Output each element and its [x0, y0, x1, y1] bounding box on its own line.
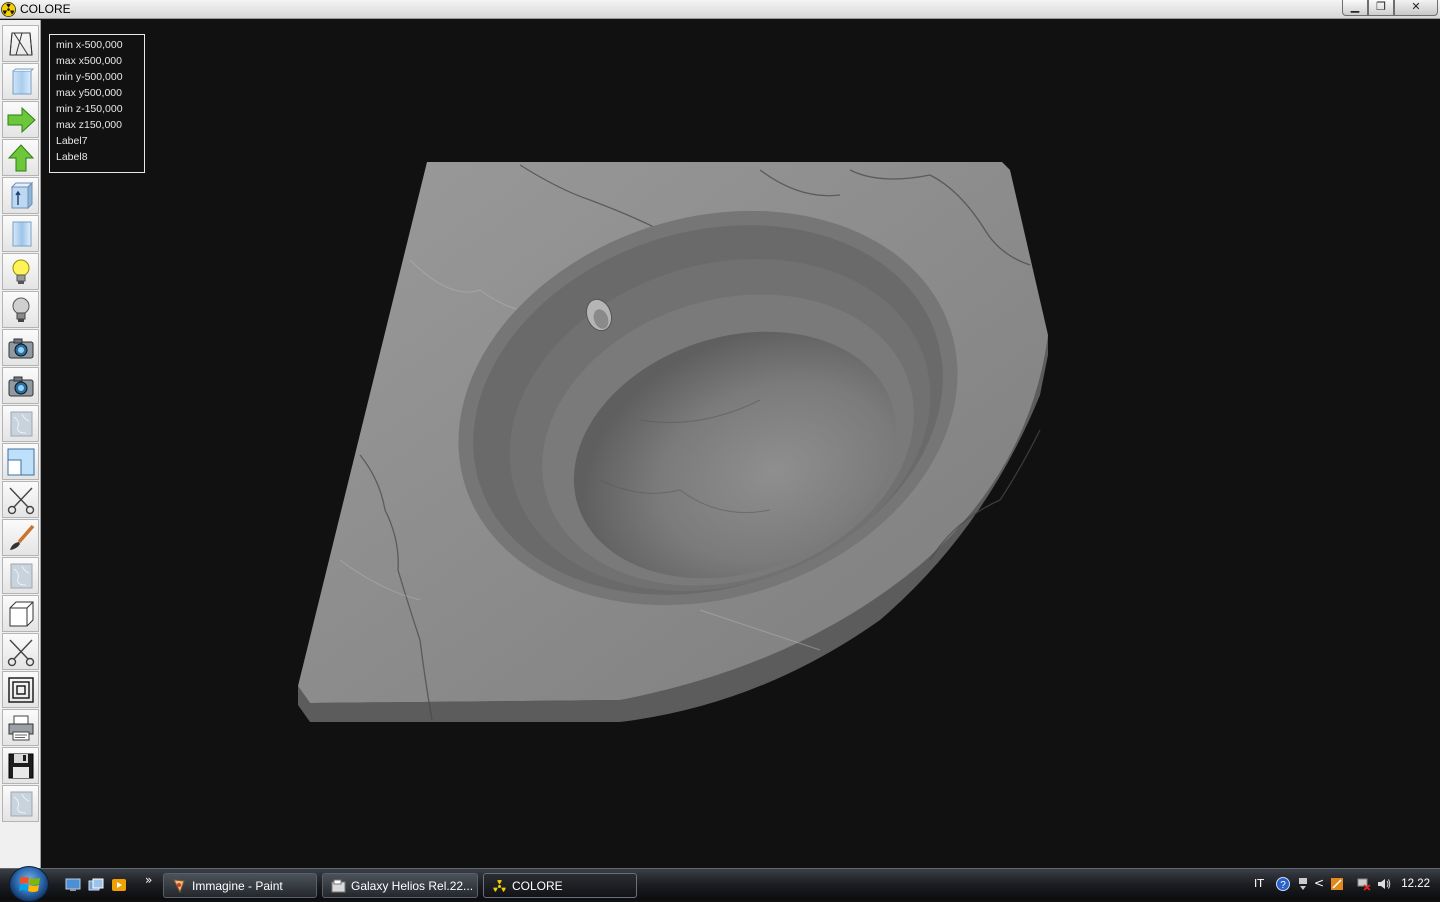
camera-alt-icon: [8, 376, 34, 397]
texture-marble-third-icon: [10, 791, 33, 817]
extrude-block-icon: [10, 181, 34, 210]
floppy-save-icon: [8, 753, 34, 779]
label8: Label8: [56, 151, 88, 163]
extrude-block-tool[interactable]: [2, 177, 39, 214]
window-controls: ▁ ❐ ✕: [1342, 0, 1438, 17]
bounds-info-panel: min x-500,000 max x500,000 min y-500,000…: [49, 34, 145, 173]
concentric-squares-tool[interactable]: [2, 671, 39, 708]
paint-brush-tool[interactable]: [2, 519, 39, 556]
marble-corner-bath-model[interactable]: [42, 20, 1440, 868]
radiation-icon: [1, 2, 16, 17]
min-y-label: min y-500,000: [56, 71, 123, 83]
max-z-label: max z150,000: [56, 119, 122, 131]
start-button[interactable]: [9, 866, 49, 902]
arrow-up-tool[interactable]: [2, 139, 39, 176]
network-disconnected-icon[interactable]: [1357, 877, 1371, 891]
task-paint[interactable]: Immagine - Paint: [163, 873, 317, 898]
volume-icon[interactable]: [1377, 877, 1391, 891]
scissors-alt-icon: [7, 639, 35, 667]
min-z-label: min z-150,000: [56, 103, 123, 115]
language-indicator[interactable]: IT: [1254, 877, 1264, 890]
printer-icon: [8, 715, 34, 741]
camera-tool[interactable]: [2, 329, 39, 366]
paint-app-icon: [173, 879, 185, 894]
solid-block-tool[interactable]: [2, 63, 39, 100]
light-on-icon: [12, 259, 30, 284]
cube-icon: [9, 601, 34, 627]
scissors-tool[interactable]: [2, 481, 39, 518]
arrow-up-icon: [7, 144, 35, 172]
texture-marble-alt-tool[interactable]: [2, 557, 39, 594]
system-tray: IT ? < 12.22: [1240, 869, 1440, 901]
cube-tool[interactable]: [2, 595, 39, 632]
svg-text:?: ?: [1280, 880, 1286, 891]
solid-block-icon: [12, 68, 35, 95]
task-galaxy-helios[interactable]: Galaxy Helios Rel.22...: [322, 873, 478, 898]
light-off-icon: [12, 297, 30, 322]
tool-palette: [0, 20, 41, 868]
scissors-icon: [7, 487, 35, 515]
update-icon[interactable]: [1330, 877, 1344, 891]
safely-remove-icon[interactable]: [1296, 877, 1310, 891]
concentric-squares-icon: [8, 677, 34, 703]
close-button[interactable]: ✕: [1394, 0, 1438, 16]
task-label: Galaxy Helios Rel.22...: [351, 879, 474, 893]
max-x-label: max x500,000: [56, 55, 122, 67]
arrow-right-tool[interactable]: [2, 101, 39, 138]
cylinder-block-icon: [12, 221, 32, 247]
radiation-app-icon: [493, 879, 506, 892]
window-title: COLORE: [20, 2, 71, 16]
clock[interactable]: 12.22: [1401, 878, 1430, 890]
light-on-tool[interactable]: [2, 253, 39, 290]
task-label: COLORE: [512, 879, 563, 893]
view-frame-icon: [7, 448, 35, 476]
arrow-right-icon: [7, 106, 36, 134]
task-label: Immagine - Paint: [192, 879, 283, 893]
camera-icon: [8, 338, 34, 359]
switch-windows-icon[interactable]: [88, 878, 104, 892]
texture-marble-third-tool[interactable]: [2, 785, 39, 822]
max-y-label: max y500,000: [56, 87, 122, 99]
3d-viewport[interactable]: min x-500,000 max x500,000 min y-500,000…: [42, 20, 1440, 868]
quicklaunch-overflow[interactable]: »: [145, 873, 152, 887]
printer-tool[interactable]: [2, 709, 39, 746]
title-bar: COLORE ▁ ❐ ✕: [0, 0, 1440, 19]
tray-expand-chevron[interactable]: <: [1314, 876, 1328, 890]
media-player-icon[interactable]: [111, 878, 127, 892]
minimize-button[interactable]: ▁: [1342, 0, 1368, 16]
cylinder-block-tool[interactable]: [2, 215, 39, 252]
folder-app-icon: [331, 879, 346, 893]
camera-alt-tool[interactable]: [2, 367, 39, 404]
taskbar: » Immagine - Paint Galaxy Helios Rel.22.…: [0, 866, 1440, 902]
paint-brush-icon: [10, 524, 35, 550]
texture-marble-alt-icon: [10, 563, 33, 589]
wireframe-tool[interactable]: [2, 25, 39, 62]
light-off-tool[interactable]: [2, 291, 39, 328]
texture-marble-icon: [10, 411, 33, 437]
scissors-alt-tool[interactable]: [2, 633, 39, 670]
help-icon[interactable]: ?: [1276, 877, 1290, 891]
label7: Label7: [56, 135, 88, 147]
task-colore[interactable]: COLORE: [483, 873, 637, 898]
restore-button[interactable]: ❐: [1368, 0, 1394, 16]
wireframe-icon: [9, 32, 33, 56]
windows-logo-icon: [19, 877, 40, 892]
texture-marble-tool[interactable]: [2, 405, 39, 442]
show-desktop-icon[interactable]: [65, 878, 81, 892]
min-x-label: min x-500,000: [56, 39, 123, 51]
floppy-save-tool[interactable]: [2, 747, 39, 784]
view-frame-tool[interactable]: [2, 443, 39, 480]
